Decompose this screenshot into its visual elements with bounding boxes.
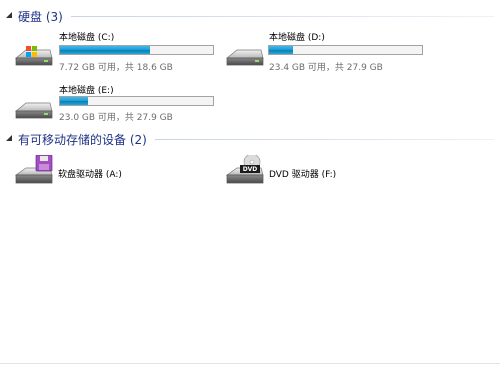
hard-drive-icon <box>226 49 264 66</box>
drive-usage-bar <box>59 45 214 55</box>
window-bottom-border <box>0 363 500 364</box>
drive-label: 本地磁盘 (D:) <box>269 33 325 43</box>
hard-disks-header[interactable]: 硬盘 (3) <box>0 7 500 25</box>
dvd-badge: DVD <box>243 166 258 173</box>
dvd-drive-f[interactable]: DVD DVD 驱动器 (F:) <box>223 155 423 191</box>
drive-e[interactable]: 本地磁盘 (E:) 23.0 GB 可用，共 27.9 GB <box>12 86 222 129</box>
drive-free-space: 23.4 GB 可用，共 27.9 GB <box>269 63 383 73</box>
collapse-chevron-icon[interactable] <box>2 9 16 23</box>
drive-usage-bar <box>268 45 423 55</box>
removable-storage-header[interactable]: 有可移动存储的设备 (2) <box>0 130 500 148</box>
section-divider <box>154 138 494 140</box>
drive-label: 本地磁盘 (C:) <box>59 33 115 43</box>
drive-usage-fill <box>269 46 294 54</box>
drive-usage-fill <box>60 46 150 54</box>
drive-free-space: 23.0 GB 可用，共 27.9 GB <box>59 113 173 123</box>
system-drive-icon <box>15 46 53 66</box>
hard-drive-icon <box>15 102 53 119</box>
collapse-chevron-icon[interactable] <box>2 132 16 146</box>
device-label: 软盘驱动器 (A:) <box>58 170 122 180</box>
section-title: 有可移动存储的设备 (2) <box>18 132 147 147</box>
drive-free-space: 7.72 GB 可用，共 18.6 GB <box>59 63 173 73</box>
drive-d[interactable]: 本地磁盘 (D:) 23.4 GB 可用，共 27.9 GB <box>223 33 433 76</box>
section-divider <box>70 15 494 17</box>
floppy-drive-icon <box>14 155 53 184</box>
drive-label: 本地磁盘 (E:) <box>59 86 114 96</box>
drive-usage-fill <box>60 97 88 105</box>
floppy-drive-a[interactable]: 软盘驱动器 (A:) <box>12 155 212 191</box>
drive-c[interactable]: 本地磁盘 (C:) 7.72 GB 可用，共 18.6 GB <box>12 33 222 76</box>
section-title: 硬盘 (3) <box>18 9 63 24</box>
drive-usage-bar <box>59 96 214 106</box>
dvd-drive-icon: DVD <box>225 155 264 184</box>
device-label: DVD 驱动器 (F:) <box>269 170 337 180</box>
